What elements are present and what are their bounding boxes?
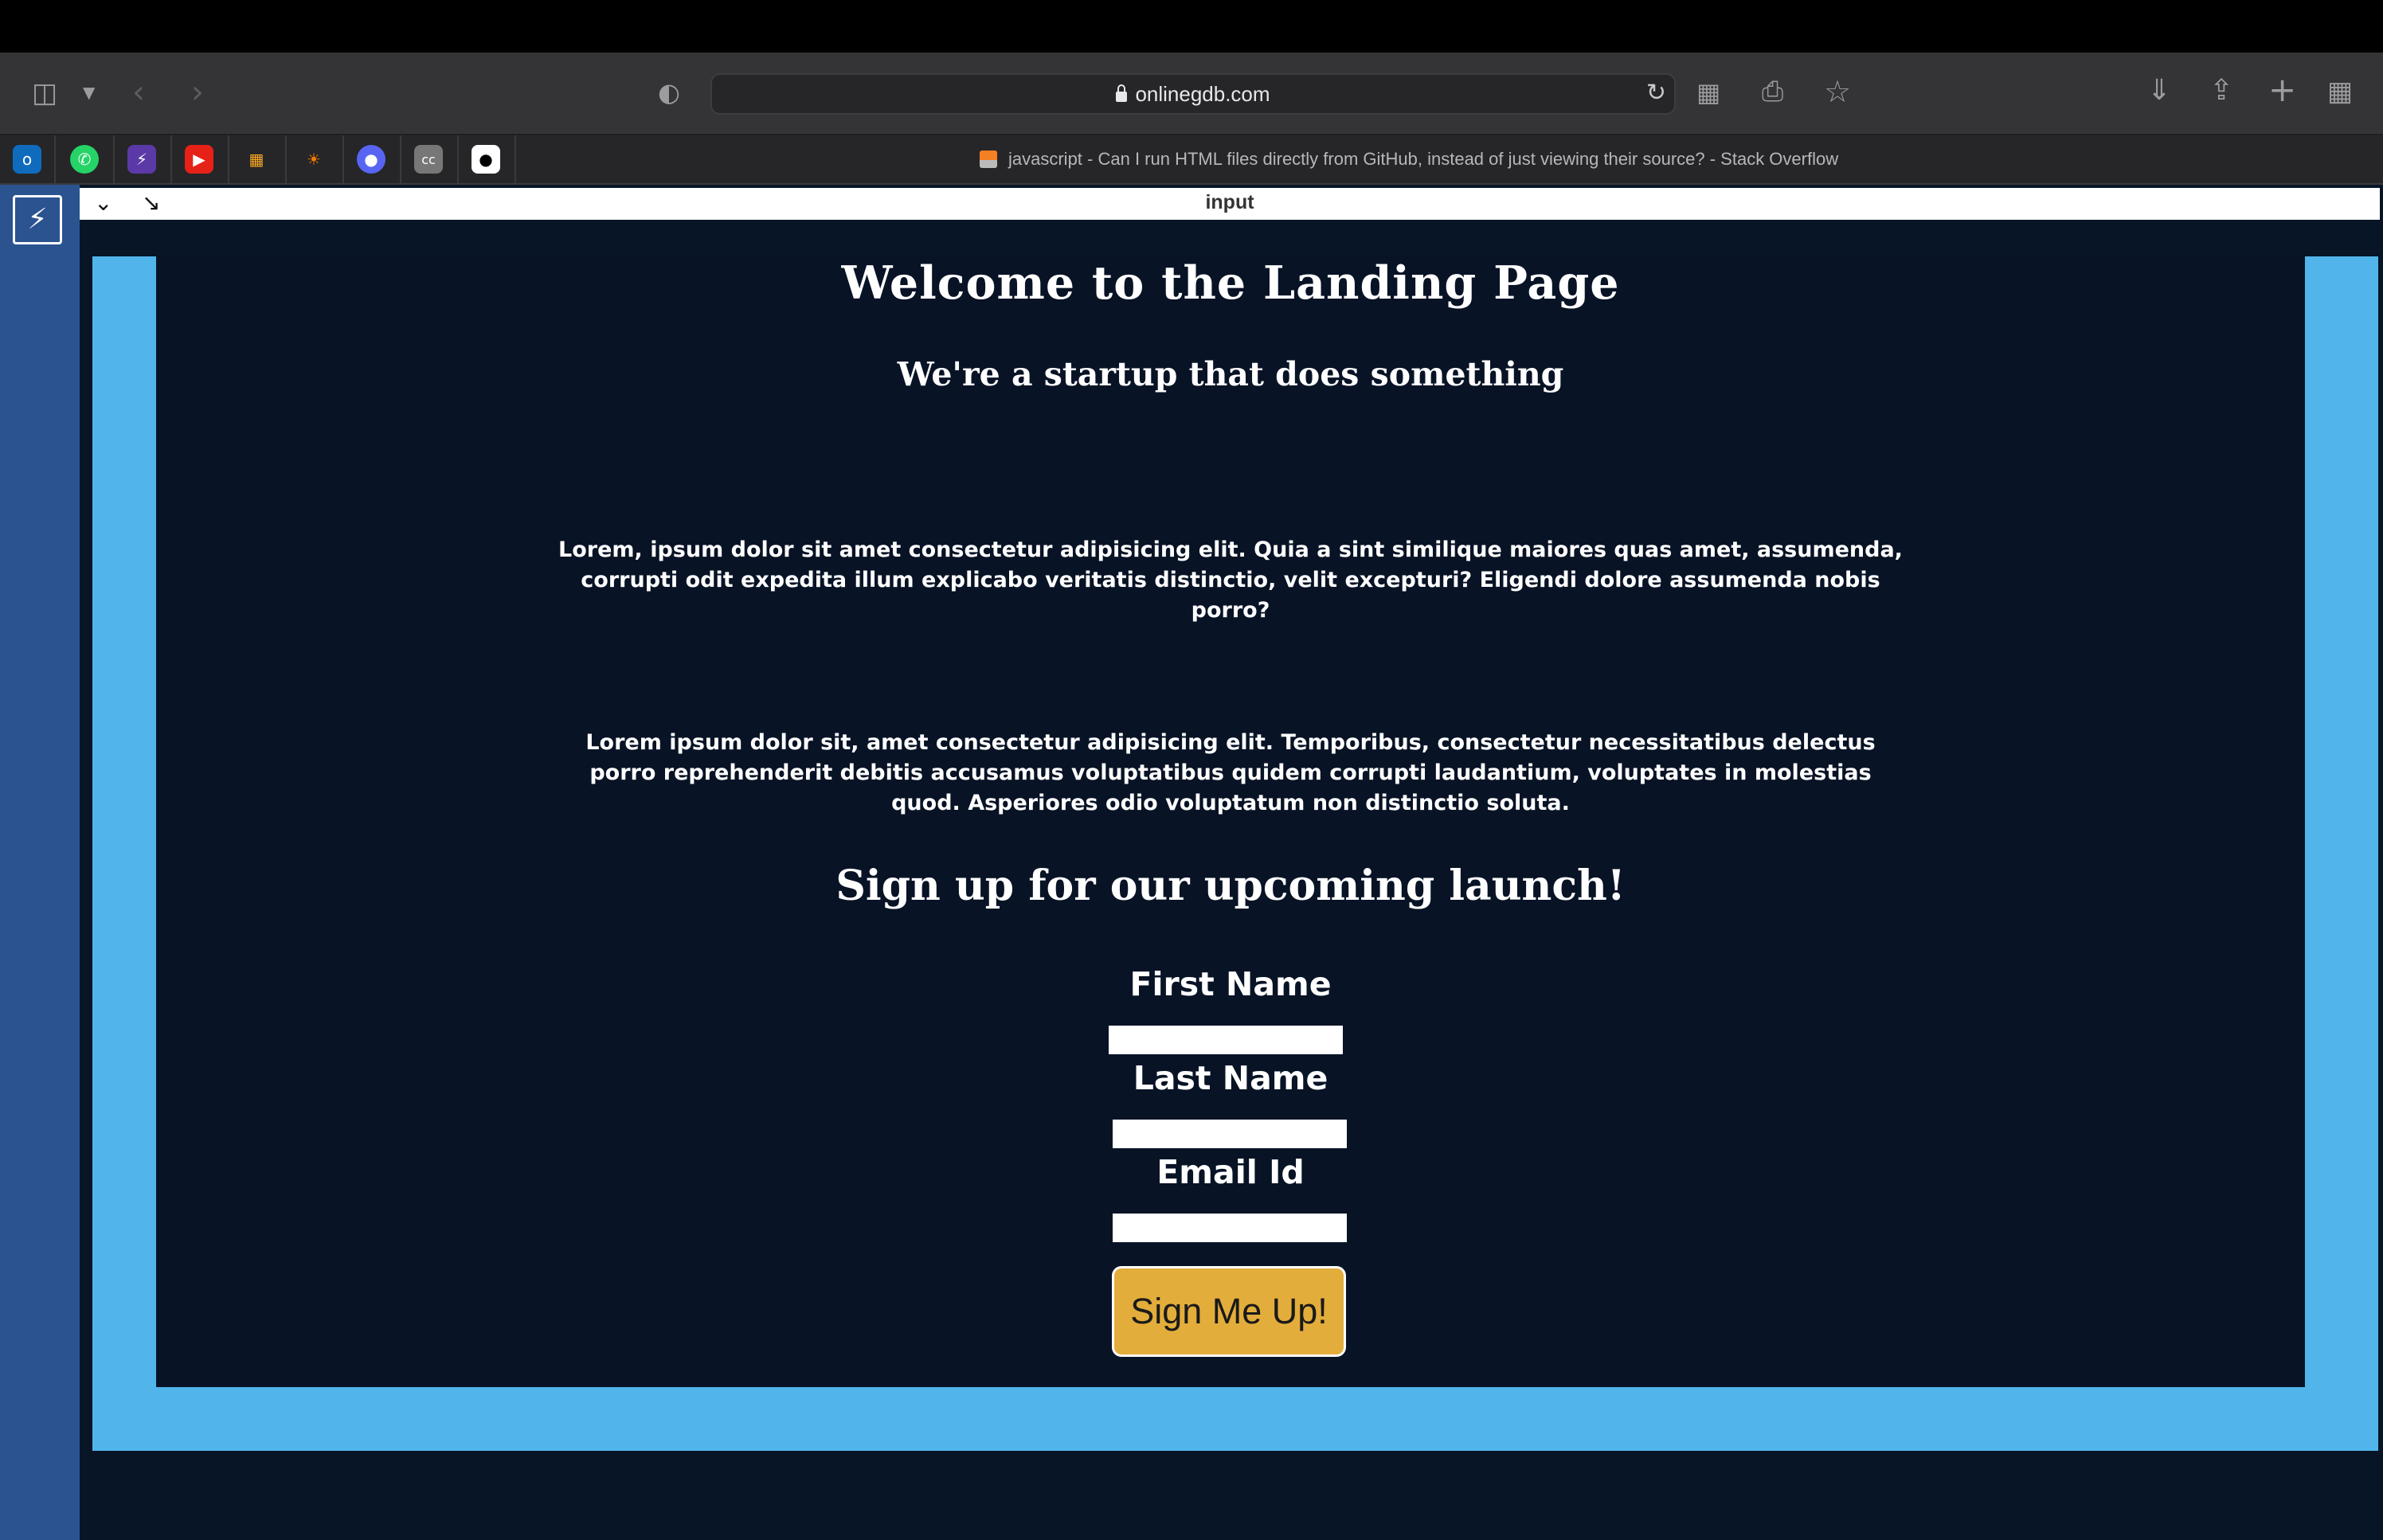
divider [342, 135, 344, 183]
details-paragraph: Lorem ipsum dolor sit, amet consectetur … [585, 730, 1876, 815]
signup-heading: Sign up for our upcoming launch! [835, 862, 1626, 910]
divider [515, 135, 516, 183]
output-control-strip: ⌄ ↘ input [80, 188, 2380, 220]
panel-label: input [1205, 191, 1254, 213]
email-label: Email Id [1156, 1153, 1305, 1191]
print-icon[interactable]: ⎙ [1762, 78, 1783, 105]
sun-icon[interactable]: ☀ [299, 145, 328, 174]
intro-paragraph: Lorem, ipsum dolor sit amet consectetur … [558, 537, 1903, 623]
lock-icon [1116, 84, 1128, 102]
outlook-icon[interactable]: o [13, 145, 41, 174]
divider [170, 135, 172, 183]
reload-icon[interactable]: ↻ [1646, 81, 1666, 105]
divider [54, 135, 56, 183]
youtube-icon[interactable]: ▶ [185, 145, 213, 174]
run-bolt-icon[interactable]: ⚡ [13, 195, 62, 244]
favorites-bar: o ✆ ⚡ ▶ ▦ ☀ ● cc ● javascript - Can I ru… [0, 135, 2383, 185]
stackoverflow-icon [980, 150, 997, 168]
divider [113, 135, 115, 183]
tab-title-text: javascript - Can I run HTML files direct… [1008, 149, 1839, 169]
divider [400, 135, 401, 183]
last-name-field[interactable] [1113, 1120, 1347, 1148]
chevron-down-icon[interactable]: ▼ [83, 84, 95, 100]
share-icon[interactable]: ⇪ [2209, 76, 2233, 105]
tabs-overview-icon[interactable]: ▦ [2327, 78, 2353, 105]
url-text: onlinegdb.com [1135, 82, 1270, 106]
landing-card: Welcome to the Landing Page We're a star… [156, 256, 2305, 1387]
preview-frame: Welcome to the Landing Page We're a star… [92, 256, 2378, 1451]
divider [228, 135, 229, 183]
divider [457, 135, 459, 183]
download-icon[interactable]: ⇓ [2147, 76, 2171, 105]
active-tab[interactable]: javascript - Can I run HTML files direct… [980, 135, 1838, 183]
cc-icon[interactable]: cc [414, 145, 443, 174]
github-icon[interactable]: ● [472, 145, 500, 174]
sidebar-icon[interactable]: ◫ [32, 80, 57, 107]
sign-me-up-button[interactable]: Sign Me Up! [1112, 1266, 1346, 1357]
first-name-label: First Name [1129, 965, 1332, 1003]
whatsapp-icon[interactable]: ✆ [70, 145, 99, 174]
shield-icon[interactable]: ◐ [658, 80, 680, 105]
address-bar[interactable]: onlinegdb.com ↻ [710, 73, 1676, 115]
charts-icon[interactable]: ▦ [242, 145, 271, 174]
page-subtitle: We're a startup that does something [897, 355, 1564, 393]
forward-icon[interactable]: › [191, 76, 204, 108]
discord-icon[interactable]: ● [357, 145, 385, 174]
editor-sidebar [0, 185, 80, 1540]
page-title: Welcome to the Landing Page [841, 256, 1620, 310]
back-icon[interactable]: ‹ [132, 76, 145, 108]
grid-icon[interactable]: ▦ [1696, 80, 1720, 105]
bolt-icon[interactable]: ⚡ [127, 145, 156, 174]
first-name-field[interactable] [1109, 1026, 1343, 1054]
email-field[interactable] [1113, 1214, 1347, 1242]
screen-top-bar [0, 0, 2383, 53]
plus-icon[interactable]: + [2268, 73, 2296, 107]
last-name-label: Last Name [1133, 1059, 1328, 1097]
star-icon[interactable]: ☆ [1824, 76, 1851, 107]
divider [285, 135, 287, 183]
